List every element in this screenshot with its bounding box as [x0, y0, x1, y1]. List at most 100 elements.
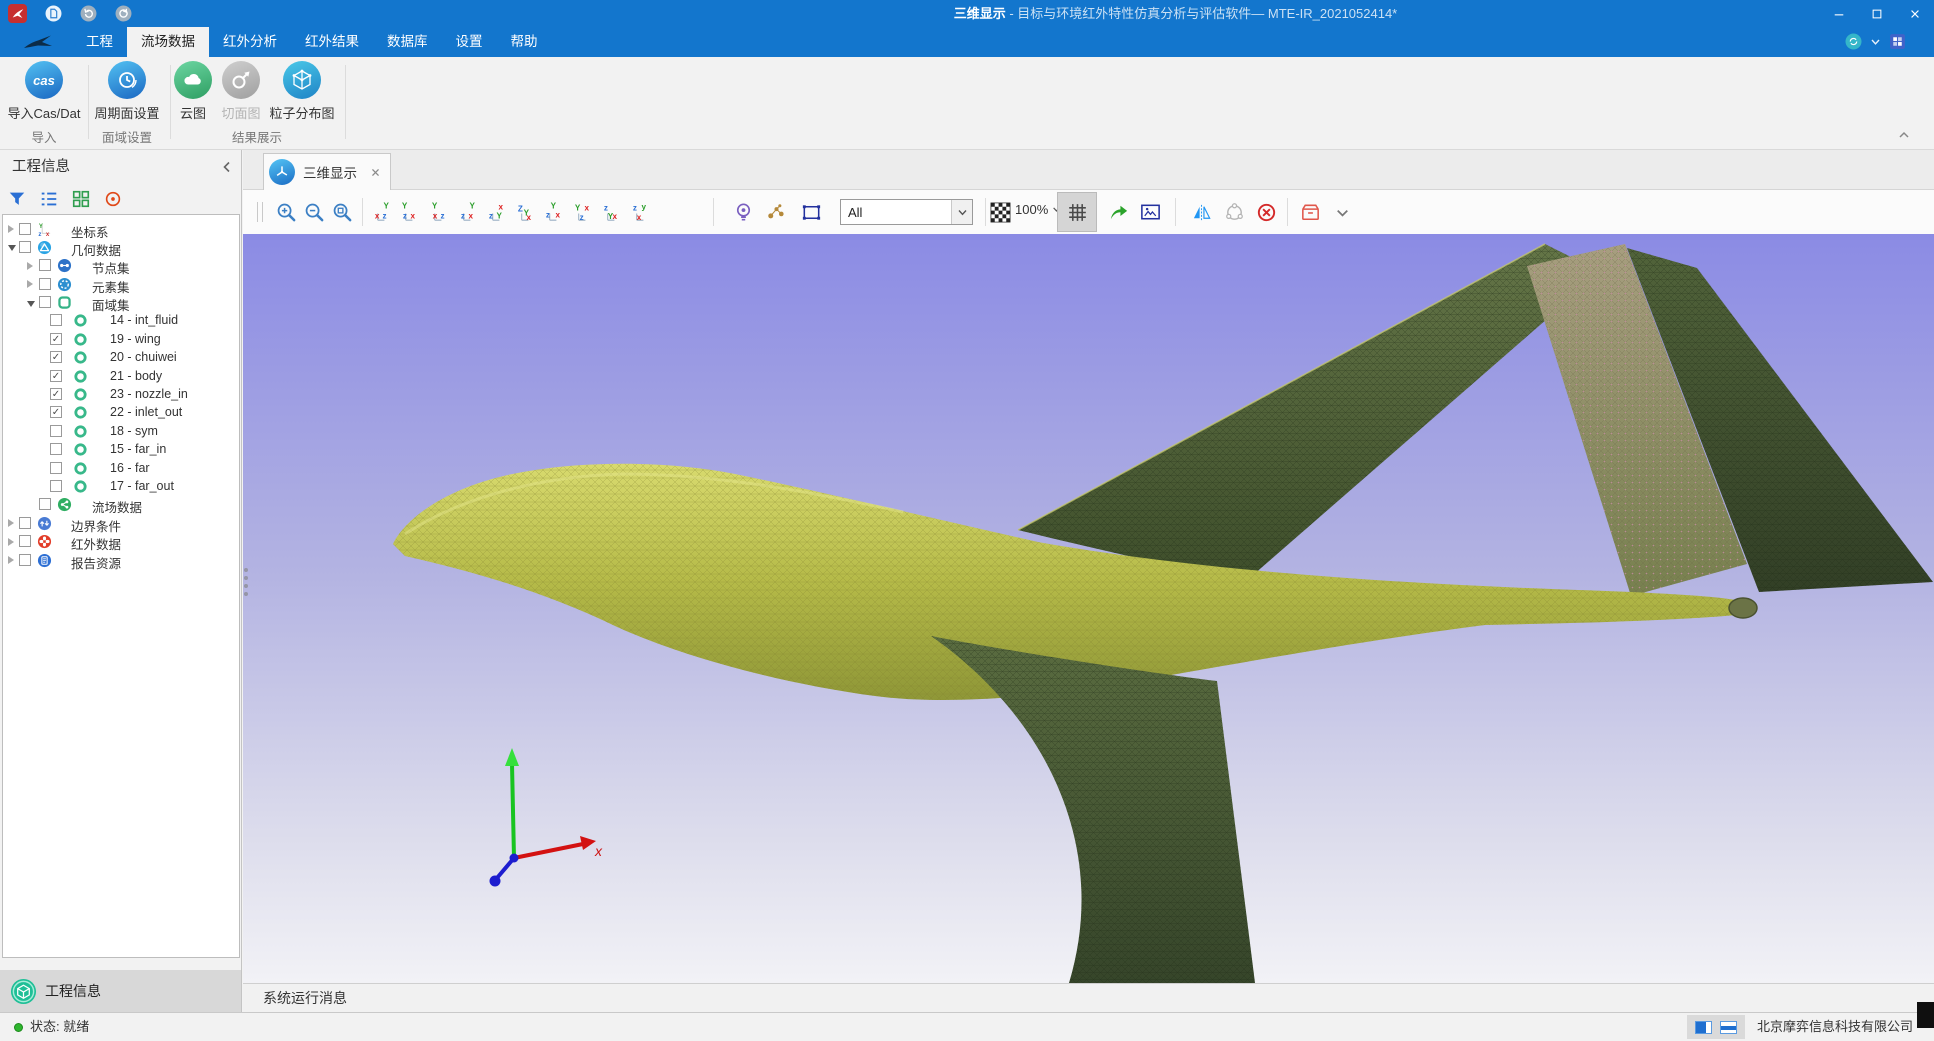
tree-row[interactable]: ✓ 22 - inlet_out: [3, 404, 239, 422]
tab-3d-view[interactable]: 三维显示: [263, 153, 391, 190]
tree-checkbox[interactable]: [39, 278, 51, 290]
menu-item-红外结果[interactable]: 红外结果: [291, 27, 373, 57]
sync-circle-icon[interactable]: [1845, 33, 1862, 50]
mesh-grid-toggle[interactable]: [1057, 192, 1097, 232]
display-filter-combo[interactable]: All: [840, 199, 973, 225]
tree-expander-icon[interactable]: [27, 262, 33, 270]
package-icon[interactable]: [1297, 199, 1323, 225]
view-iso1-icon[interactable]: zxY: [542, 199, 568, 225]
app-logo-icon[interactable]: [8, 4, 27, 23]
grid4-icon[interactable]: [68, 187, 94, 211]
toolbar-drag-handle[interactable]: [257, 202, 263, 222]
close-icon[interactable]: [1896, 0, 1934, 27]
layout-view-icon[interactable]: [1720, 1021, 1737, 1034]
checkerboard-icon[interactable]: [987, 199, 1013, 225]
zoom-in-icon[interactable]: [273, 199, 299, 225]
tree-checkbox[interactable]: ✓: [50, 333, 62, 345]
zoom-out-icon[interactable]: [301, 199, 327, 225]
tree-item-label[interactable]: 16 - far: [110, 461, 150, 475]
link-circle-icon[interactable]: [1221, 199, 1247, 225]
tree-checkbox[interactable]: ✓: [50, 406, 62, 418]
tab-close-icon[interactable]: [369, 166, 382, 179]
filter-icon[interactable]: [4, 187, 30, 211]
tree-expander-icon[interactable]: [27, 280, 33, 288]
tree-checkbox[interactable]: [39, 296, 51, 308]
zoom-level-control[interactable]: 100%: [1015, 202, 1061, 217]
undo-icon[interactable]: [80, 5, 97, 22]
tree-expander-icon[interactable]: [8, 519, 14, 527]
share-arrow-icon[interactable]: [1105, 199, 1131, 225]
tree-row[interactable]: 几何数据: [3, 238, 239, 256]
combo-dropdown-icon[interactable]: [951, 200, 972, 224]
tree-checkbox[interactable]: ✓: [50, 388, 62, 400]
ribbon-collapse-icon[interactable]: [1896, 127, 1912, 143]
menu-item-红外分析[interactable]: 红外分析: [209, 27, 291, 57]
snapshot-icon[interactable]: [1137, 199, 1163, 225]
tree-row[interactable]: ✓ 21 - body: [3, 367, 239, 385]
tree-row[interactable]: 18 - sym: [3, 422, 239, 440]
split-view-icon[interactable]: [1695, 1021, 1712, 1034]
tree-checkbox[interactable]: [19, 535, 31, 547]
tree-item-label[interactable]: 19 - wing: [110, 332, 161, 346]
viewport-3d[interactable]: x: [243, 234, 1934, 983]
menu-item-设置[interactable]: 设置: [442, 27, 497, 57]
tree-row[interactable]: ✓ 23 - nozzle_in: [3, 386, 239, 404]
tree-row[interactable]: ✓ 20 - chuiwei: [3, 349, 239, 367]
tree-row[interactable]: 边界条件: [3, 514, 239, 532]
tree-checkbox[interactable]: [50, 462, 62, 474]
tree-item-label[interactable]: 23 - nozzle_in: [110, 387, 188, 401]
redo-icon[interactable]: [115, 5, 132, 22]
view-bottom-icon[interactable]: ZYx: [513, 199, 539, 225]
tree-item-label[interactable]: 报告资源: [71, 553, 121, 572]
tree-expander-icon[interactable]: [8, 245, 16, 251]
tree-checkbox[interactable]: [19, 517, 31, 529]
particles-icon[interactable]: [763, 199, 789, 225]
tree-expander-icon[interactable]: [8, 538, 14, 546]
tree-checkbox[interactable]: ✓: [50, 351, 62, 363]
menu-item-流场数据[interactable]: 流场数据: [127, 27, 209, 57]
tree-checkbox[interactable]: [39, 498, 51, 510]
tree-checkbox[interactable]: [19, 554, 31, 566]
tree-item-label[interactable]: 21 - body: [110, 369, 162, 383]
tree-expander-icon[interactable]: [27, 301, 35, 307]
menu-item-工程[interactable]: 工程: [72, 27, 127, 57]
tree-row[interactable]: 15 - far_in: [3, 441, 239, 459]
new-doc-icon[interactable]: [45, 5, 62, 22]
tree-checkbox[interactable]: [19, 223, 31, 235]
tree-item-label[interactable]: 15 - far_in: [110, 442, 166, 456]
tree-item-label[interactable]: 22 - inlet_out: [110, 405, 182, 419]
tree-row[interactable]: 14 - int_fluid: [3, 312, 239, 330]
tree-row[interactable]: 节点集: [3, 257, 239, 275]
tree-checkbox[interactable]: [19, 241, 31, 253]
tree-row[interactable]: 元素集: [3, 275, 239, 293]
minimize-icon[interactable]: [1820, 0, 1858, 27]
outline-list-icon[interactable]: [36, 187, 62, 211]
view-left-icon[interactable]: xzY: [427, 199, 453, 225]
view-top-icon[interactable]: zYx: [484, 199, 510, 225]
tree-item-label[interactable]: 20 - chuiwei: [110, 350, 177, 364]
maximize-icon[interactable]: [1858, 0, 1896, 27]
tree-expander-icon[interactable]: [8, 225, 14, 233]
ribbon-button-粒子分布图[interactable]: 粒子分布图: [254, 61, 350, 122]
tree-item-label[interactable]: 14 - int_fluid: [110, 313, 178, 327]
tree-checkbox[interactable]: [50, 480, 62, 492]
panel-collapse-icon[interactable]: [219, 159, 235, 175]
tree-checkbox[interactable]: ✓: [50, 370, 62, 382]
view-iso3-icon[interactable]: zxY: [599, 199, 625, 225]
caret-gray-icon[interactable]: [1329, 199, 1355, 225]
mirror-icon[interactable]: [1189, 199, 1215, 225]
project-info-bottom-button[interactable]: 工程信息: [0, 970, 241, 1012]
view-iso2-icon[interactable]: Yxz: [571, 199, 597, 225]
tree-checkbox[interactable]: [50, 314, 62, 326]
target-icon[interactable]: [100, 187, 126, 211]
select-box-icon[interactable]: [798, 199, 824, 225]
tree-item-label[interactable]: 17 - far_out: [110, 479, 174, 493]
tree-row[interactable]: 16 - far: [3, 459, 239, 477]
tree-row[interactable]: Yzx坐标系: [3, 220, 239, 238]
view-front-icon[interactable]: xzY: [369, 199, 395, 225]
tree-checkbox[interactable]: [50, 425, 62, 437]
tree-expander-icon[interactable]: [8, 556, 14, 564]
view-back-icon[interactable]: zxY: [398, 199, 424, 225]
tree-checkbox[interactable]: [39, 259, 51, 271]
tree-row[interactable]: 面域集: [3, 294, 239, 312]
